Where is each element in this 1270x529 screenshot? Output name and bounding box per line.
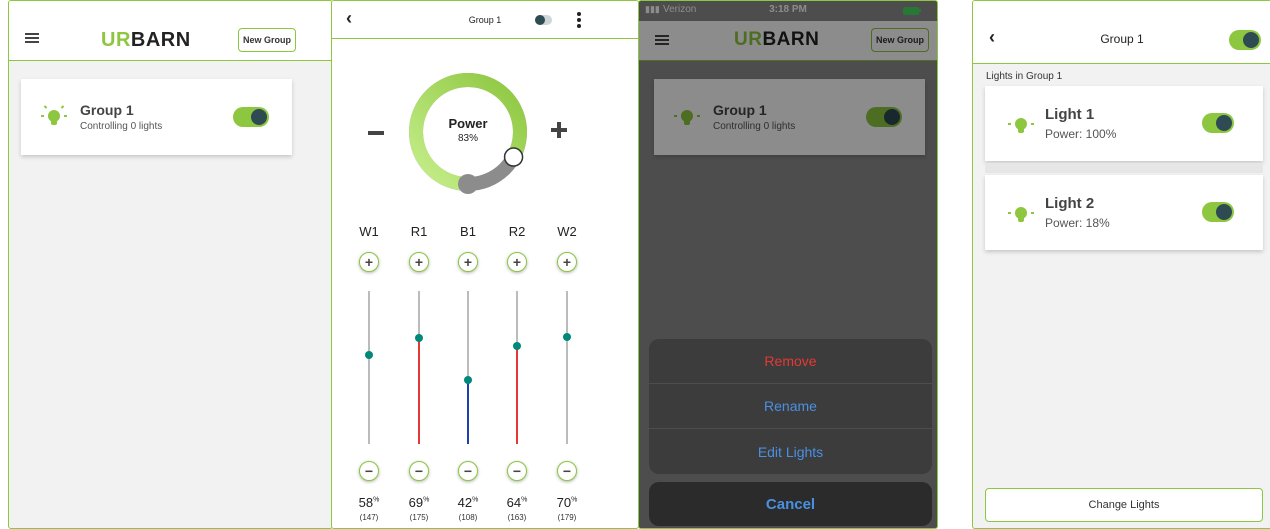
- screen-group-detail: ‹ Group 1 Power 83% W1 + − 58% (147) R1 + − 69% (…: [331, 0, 639, 529]
- power-dial[interactable]: [404, 68, 532, 196]
- screen-action-sheet: ▮▮▮ Verizon 3:18 PM URBARN New Group Gro…: [638, 0, 938, 529]
- channel-decrease-button[interactable]: −: [359, 461, 379, 481]
- channel-percent-value: 42: [457, 495, 473, 510]
- power-increase-icon[interactable]: [551, 122, 567, 138]
- bulb-icon: [1008, 205, 1034, 222]
- channel-thumb[interactable]: [365, 351, 373, 360]
- more-icon[interactable]: [577, 12, 581, 30]
- channel-raw-value: (108): [458, 513, 478, 522]
- channel-percent: 58%: [349, 495, 389, 510]
- remove-action[interactable]: Remove: [649, 339, 932, 384]
- channel-fill: [467, 379, 469, 444]
- percent-suffix: %: [521, 496, 528, 504]
- channel-raw-value: (163): [507, 513, 527, 522]
- group-toggle[interactable]: [233, 107, 269, 127]
- channel-label: R1: [410, 224, 428, 239]
- light-name: Light 2: [1045, 195, 1095, 212]
- channel-increase-button[interactable]: +: [409, 252, 429, 272]
- channel-fill: [418, 338, 420, 444]
- top-bar: URBARN New Group: [9, 1, 332, 61]
- channel-increase-button[interactable]: +: [557, 252, 577, 272]
- percent-suffix: %: [423, 496, 430, 504]
- channel-decrease-button[interactable]: −: [409, 461, 429, 481]
- channel-decrease-button[interactable]: −: [557, 461, 577, 481]
- bulb-icon: [41, 105, 67, 125]
- channel-thumb[interactable]: [513, 342, 521, 351]
- power-decrease-icon[interactable]: [368, 131, 384, 135]
- channel-label: B1: [460, 224, 476, 239]
- action-sheet: Remove Rename Edit Lights: [649, 339, 932, 474]
- channel-label: W1: [359, 224, 379, 239]
- edit-lights-action[interactable]: Edit Lights: [649, 429, 932, 474]
- group-toggle[interactable]: [535, 15, 552, 25]
- edit-lights-label: Edit Lights: [757, 443, 824, 460]
- light-toggle[interactable]: [1202, 202, 1234, 222]
- top-bar: ‹ Group 1: [973, 1, 1270, 64]
- top-bar: ‹ Group 1: [332, 1, 638, 39]
- channel-increase-button[interactable]: +: [458, 252, 478, 272]
- menu-icon[interactable]: [25, 33, 39, 43]
- channel-raw-value: (179): [557, 513, 577, 522]
- bulb-icon: [1008, 116, 1034, 133]
- channel-label: W2: [557, 224, 577, 239]
- channel-raw-value: (175): [409, 513, 429, 522]
- screen-groups-list: URBARN New Group Group 1 Controlling 0 l…: [8, 0, 333, 529]
- power-label: Power: [448, 116, 488, 131]
- group-toggle[interactable]: [1229, 30, 1261, 50]
- light-card[interactable]: Light 1 Power: 100%: [985, 86, 1263, 161]
- channel-percent-value: 70: [556, 495, 572, 510]
- remove-label: Remove: [764, 353, 817, 369]
- channel-increase-button[interactable]: +: [507, 252, 527, 272]
- rename-action[interactable]: Rename: [649, 384, 932, 429]
- percent-suffix: %: [472, 496, 479, 504]
- channel-thumb[interactable]: [464, 375, 472, 384]
- group-subtitle: Controlling 0 lights: [80, 121, 163, 132]
- channel-decrease-button[interactable]: −: [507, 461, 527, 481]
- light-card[interactable]: Light 2 Power: 18%: [985, 175, 1263, 250]
- channel-percent: 64%: [497, 495, 537, 510]
- power-ring-start-handle: [458, 174, 478, 194]
- divider: [985, 163, 1263, 173]
- percent-suffix: %: [571, 496, 578, 504]
- channel-percent: 70%: [547, 495, 587, 510]
- channel-thumb[interactable]: [415, 334, 423, 343]
- group-name: Group 1: [80, 102, 134, 118]
- page-title: Group 1: [468, 15, 502, 25]
- channel-percent: 42%: [448, 495, 488, 510]
- screen-group-lights: ‹ Group 1 Lights in Group 1 Light 1 Powe…: [972, 0, 1270, 529]
- power-ring-handle: [503, 147, 524, 167]
- channel-decrease-button[interactable]: −: [458, 461, 478, 481]
- channel-percent-value: 58: [358, 495, 374, 510]
- channel-fill: [516, 346, 518, 444]
- percent-suffix: %: [373, 496, 380, 504]
- change-lights-button[interactable]: Change Lights: [985, 488, 1263, 522]
- rename-label: Rename: [764, 398, 817, 414]
- channel-percent-value: 69: [408, 495, 424, 510]
- channel-percent-value: 64: [506, 495, 522, 510]
- group-card[interactable]: Group 1 Controlling 0 lights: [21, 79, 292, 155]
- light-power: Power: 18%: [1045, 216, 1110, 230]
- cancel-button[interactable]: Cancel: [649, 482, 932, 526]
- channel-fill: [566, 336, 568, 444]
- new-group-button[interactable]: New Group: [238, 28, 296, 52]
- channel-label: R2: [508, 224, 526, 239]
- section-label: Lights in Group 1: [986, 71, 1063, 82]
- light-name: Light 1: [1045, 106, 1095, 123]
- logo: URBARN: [101, 29, 191, 51]
- channel-increase-button[interactable]: +: [359, 252, 379, 272]
- channel-percent: 69%: [399, 495, 439, 510]
- channel-fill: [368, 355, 370, 444]
- power-value: 83%: [457, 133, 478, 144]
- channel-thumb[interactable]: [563, 332, 571, 341]
- light-power: Power: 100%: [1045, 127, 1117, 141]
- channel-raw-value: (147): [359, 513, 379, 522]
- page-title: Group 1: [1100, 32, 1144, 46]
- light-toggle[interactable]: [1202, 113, 1234, 133]
